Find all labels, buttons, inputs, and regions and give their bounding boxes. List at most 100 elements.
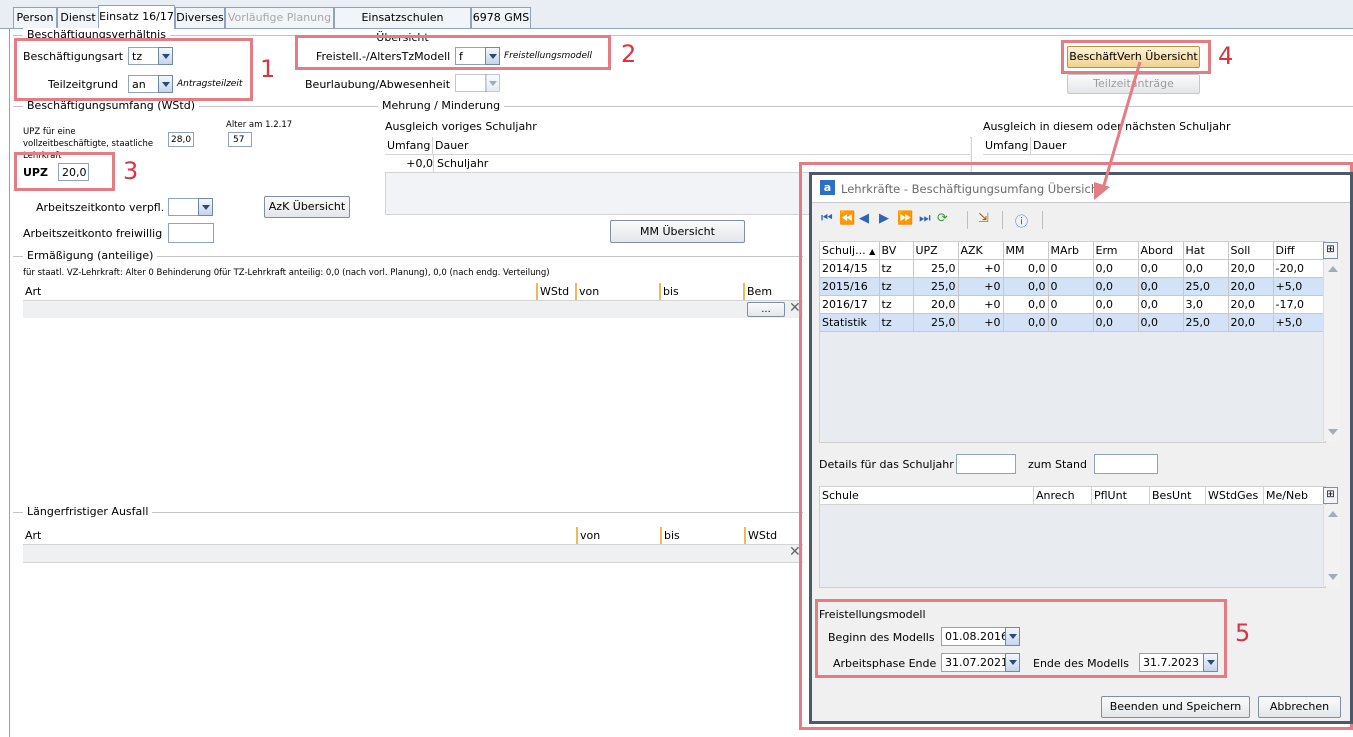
col-diff[interactable]: Diff [1273, 242, 1324, 260]
col-von: von [579, 285, 600, 298]
schule-scrollbar[interactable] [1323, 505, 1340, 586]
cell: 20,0 [913, 295, 959, 314]
cell: 0,0 [1003, 277, 1049, 296]
col-wstd: WStd [540, 285, 570, 298]
cell: tz [879, 295, 914, 314]
col-schuljahr[interactable]: Schulj... ▲ [820, 242, 880, 260]
prev-page-icon[interactable]: ⏪ [839, 211, 855, 226]
azk-frei-input[interactable] [168, 223, 214, 243]
col-anrech[interactable]: Anrech [1034, 487, 1092, 504]
ermaessigung-list [23, 318, 803, 500]
cell: 2016/17 [820, 295, 880, 314]
col-bis: bis [664, 529, 680, 542]
save-and-close-button[interactable]: Beenden und Speichern [1101, 696, 1250, 718]
col-soll[interactable]: Soll [1228, 242, 1274, 260]
cell: 0,0 [1003, 295, 1049, 314]
table-row[interactable]: Statistik tz 25,0 +0 0,0 0 0,0 0,0 25,0 20,0 +5,0 [820, 313, 1324, 332]
toolbar-divider [1002, 211, 1003, 229]
refresh-icon[interactable]: ⟳ [937, 211, 948, 226]
cell: tz [879, 259, 914, 278]
table-row[interactable]: 2016/17 tz 20,0 +0 0,0 0 0,0 0,0 3,0 20,0 -17,0 [820, 295, 1324, 314]
mm-overview-button[interactable]: MM Übersicht [610, 220, 745, 243]
cell: +5,0 [1273, 313, 1324, 332]
cell: 0 [1048, 295, 1094, 314]
col-wstdges[interactable]: WStdGes [1206, 487, 1264, 504]
sort-up-icon: ▲ [869, 247, 876, 256]
highlight-box-2 [295, 35, 611, 70]
chevron-down-icon[interactable] [198, 198, 213, 216]
cell: 20,0 [1228, 313, 1274, 332]
col-azk[interactable]: AZK [958, 242, 1004, 260]
cell: +0 [958, 313, 1004, 332]
cell: 25,0 [1183, 277, 1229, 296]
tab-dienst[interactable]: Dienst [57, 7, 99, 28]
toolbar-divider [1042, 211, 1043, 229]
prev-icon[interactable]: ◀ [859, 211, 869, 226]
export-icon[interactable]: ⇲ [978, 211, 989, 226]
col-upz[interactable]: UPZ [913, 242, 959, 260]
cell: 0,0 [1093, 259, 1139, 278]
azk-overview-button[interactable]: AzK Übersicht [264, 196, 350, 218]
app-logo-icon: a [820, 180, 835, 195]
azk-verpfl-select[interactable] [168, 198, 200, 216]
tab-gms[interactable]: 6978 GMS [471, 7, 531, 28]
col-bem: Bem [747, 285, 773, 298]
next-page-icon[interactable]: ⏩ [897, 211, 913, 226]
table-row[interactable]: 2014/15 tz 25,0 +0 0,0 0 0,0 0,0 0,0 20,0 -20,0 [820, 259, 1324, 278]
cell: 20,0 [1228, 259, 1274, 278]
cancel-button[interactable]: Abbrechen [1258, 696, 1341, 718]
col-bv[interactable]: BV [879, 242, 914, 260]
ermaessigung-info-tz: für TZ-Lehrkraft anteilig: 0,0 (nach vor… [219, 268, 550, 278]
first-icon[interactable]: ⏮ [821, 211, 833, 226]
table-row[interactable]: 2015/16 tz 25,0 +0 0,0 0 0,0 0,0 25,0 20,0 +5,0 [820, 277, 1324, 296]
column-chooser-icon[interactable]: ⊞ [1323, 242, 1338, 259]
grid-scrollbar[interactable] [1323, 260, 1340, 441]
tab-person[interactable]: Person [13, 7, 57, 28]
cell: 0 [1048, 313, 1094, 332]
beurlaubung-select[interactable] [455, 74, 487, 92]
col-marb[interactable]: MArb [1048, 242, 1094, 260]
beurlaubung-label: Beurlaubung/Abwesenheit [305, 78, 451, 91]
next-icon[interactable]: ▶ [879, 211, 889, 226]
annotation-1: 1 [260, 55, 276, 83]
stand-input[interactable] [1094, 454, 1158, 474]
tab-einsatz[interactable]: Einsatz 16/17 [98, 5, 175, 29]
cell: +0 [958, 259, 1004, 278]
highlight-box-3 [14, 152, 115, 191]
ausfall-header: Art von bis WStd [23, 527, 803, 545]
schuljahr-table: Schulj... ▲ BV UPZ AZK MM MArb Erm Abord… [820, 242, 1324, 332]
cell: 0,0 [1093, 295, 1139, 314]
help-icon[interactable]: ⓘ [1015, 211, 1028, 230]
col-meneb[interactable]: Me/Neb [1264, 487, 1323, 504]
cell: 20,0 [1228, 277, 1274, 296]
stand-label: zum Stand [1028, 458, 1087, 471]
col-pflunt[interactable]: PflUnt [1092, 487, 1150, 504]
column-chooser-icon[interactable]: ⊞ [1323, 487, 1338, 504]
col-erm[interactable]: Erm [1093, 242, 1139, 260]
tab-diverses[interactable]: Diverses [175, 7, 225, 28]
col-hat[interactable]: Hat [1183, 242, 1229, 260]
azk-verpfl-label: Arbeitszeitkonto verpfl. [36, 201, 165, 214]
alter-value: 57 [228, 132, 252, 147]
chevron-down-icon[interactable] [485, 74, 500, 92]
annotation-5: 5 [1235, 619, 1251, 647]
col-schule[interactable]: Schule [820, 487, 1034, 504]
cell: 0 [1048, 277, 1094, 296]
row-umfang: +0,0 [385, 155, 434, 172]
left-border [9, 28, 10, 737]
col-von: von [580, 529, 601, 542]
cell: Statistik [820, 313, 880, 332]
ermaessigung-more-button[interactable]: ... [747, 302, 785, 317]
cell: 0,0 [1138, 277, 1184, 296]
table-row[interactable]: ✕ [23, 544, 803, 563]
last-icon[interactable]: ⏭ [919, 211, 931, 226]
col-besunt[interactable]: BesUnt [1150, 487, 1206, 504]
col-umfang: Umfang [983, 137, 1031, 154]
tab-einsatzschulen[interactable]: Einsatzschulen Übersicht [334, 7, 471, 44]
details-schuljahr-input[interactable] [956, 454, 1016, 474]
group-title: Ermäßigung (anteilige) [23, 249, 158, 262]
col-mm[interactable]: MM [1003, 242, 1049, 260]
col-abord[interactable]: Abord [1138, 242, 1184, 260]
annotation-3: 3 [123, 157, 139, 185]
table-row[interactable]: ... ✕ [23, 300, 803, 319]
